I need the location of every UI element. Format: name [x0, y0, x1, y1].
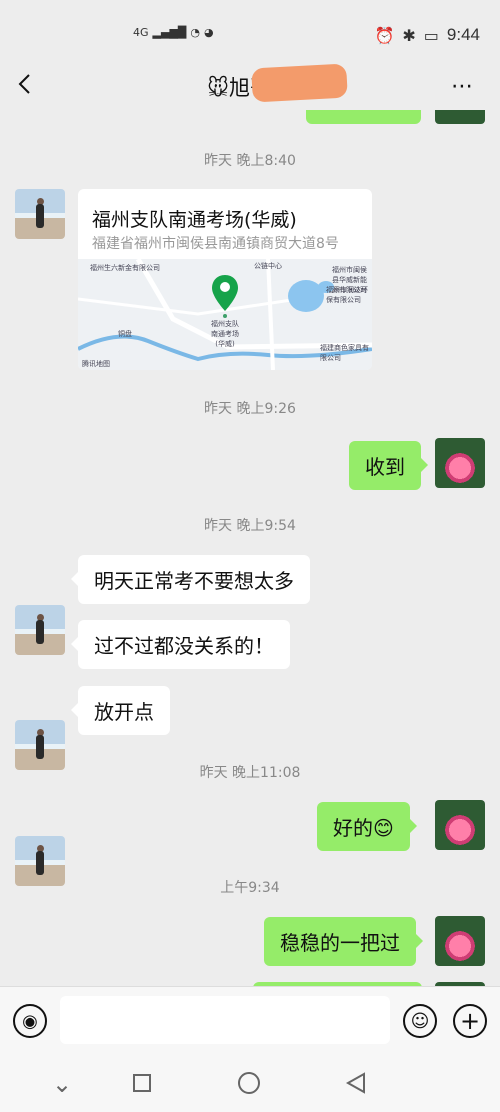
- clock: 9:44: [446, 25, 480, 44]
- network-type: 4G: [133, 26, 149, 39]
- my-avatar[interactable]: [435, 800, 485, 850]
- timestamp: 上午9:34: [220, 880, 280, 896]
- my-avatar[interactable]: [435, 916, 485, 966]
- contact-avatar[interactable]: [15, 605, 65, 655]
- map-provider: 腾讯地图: [82, 360, 110, 368]
- timestamp: 昨天 晚上8:40: [204, 153, 296, 169]
- plus-icon[interactable]: +: [453, 1004, 487, 1038]
- message-text: 好的😊: [333, 816, 394, 840]
- voice-input-icon[interactable]: ◉: [13, 1004, 47, 1038]
- bluetooth-icon: ✱: [402, 25, 416, 45]
- message-bubble[interactable]: 稳稳的一把过: [264, 917, 423, 966]
- avatar: [435, 110, 485, 124]
- message-input[interactable]: [60, 996, 390, 1044]
- my-avatar[interactable]: [435, 438, 485, 488]
- alarm-icon: ⏰: [374, 25, 395, 45]
- message-bubble[interactable]: 放开点: [71, 686, 170, 735]
- map-pin-label: 福州支队南通考场(华威): [211, 320, 239, 348]
- contact-avatar[interactable]: [15, 189, 65, 239]
- location-name: 福州支队南通考场(华威): [92, 209, 297, 231]
- message-text: 收到: [365, 455, 405, 479]
- app-icon: ◔: [190, 26, 200, 39]
- map-label: 公链中心: [254, 262, 282, 270]
- location-address: 福建省福州市闽侯县南通镇商贸大道8号: [92, 236, 339, 252]
- more-options-icon[interactable]: ⋯: [451, 74, 474, 99]
- back-nav-icon[interactable]: [344, 1071, 368, 1095]
- message-text: 过不过都没关系的！: [94, 634, 274, 658]
- map-label: 福建商色家具有限公司: [320, 344, 369, 362]
- map-label: 铜盘: [118, 330, 132, 338]
- location-card[interactable]: 福州支队南通考场(华威) 福建省福州市闽侯县南通镇商贸大道8号 福州生六新金有限…: [78, 189, 372, 370]
- home-icon[interactable]: [238, 1072, 260, 1094]
- battery-icon: ▭: [423, 25, 439, 45]
- message-text: 明天正常考不要想太多: [94, 569, 294, 593]
- chat-title: 🐭旭哥🐭: [207, 76, 293, 100]
- message-text: 稳稳的一把过: [280, 931, 400, 955]
- timestamp: 昨天 晚上11:08: [199, 765, 301, 781]
- status-right: ⏰ ✱ ▭ 9:44: [374, 25, 480, 45]
- signal-icon: ▂▄▆█: [152, 26, 187, 39]
- timestamp: 昨天 晚上9:54: [204, 518, 296, 534]
- map-pin-icon: [212, 275, 238, 311]
- hide-keyboard-icon[interactable]: ⌄: [52, 1070, 72, 1098]
- message-text: 放开点: [94, 700, 154, 724]
- redaction-scribble: [251, 63, 348, 103]
- app-icon-2: ◕: [203, 26, 214, 39]
- previous-message-bubble: [306, 110, 421, 124]
- signal-indicators: 4G ▂▄▆█ ◔ ◕: [133, 26, 214, 39]
- message-bubble[interactable]: 好的😊: [317, 802, 417, 851]
- map-preview[interactable]: 福州生六新金有限公司 公链中心 福州市闽侯县华威新能源有限公司 福州市润达环保有…: [78, 257, 372, 370]
- recent-apps-icon[interactable]: [133, 1074, 151, 1092]
- map-label: 福州市润达环保有限公司: [326, 286, 368, 304]
- message-bubble[interactable]: 收到: [349, 441, 428, 490]
- emoji-icon[interactable]: ☺: [403, 1004, 437, 1038]
- message-bubble[interactable]: 过不过都没关系的！: [71, 620, 290, 669]
- message-bubble[interactable]: 明天正常考不要想太多: [71, 555, 310, 604]
- timestamp: 昨天 晚上9:26: [204, 401, 296, 417]
- map-label: 福州生六新金有限公司: [90, 264, 160, 272]
